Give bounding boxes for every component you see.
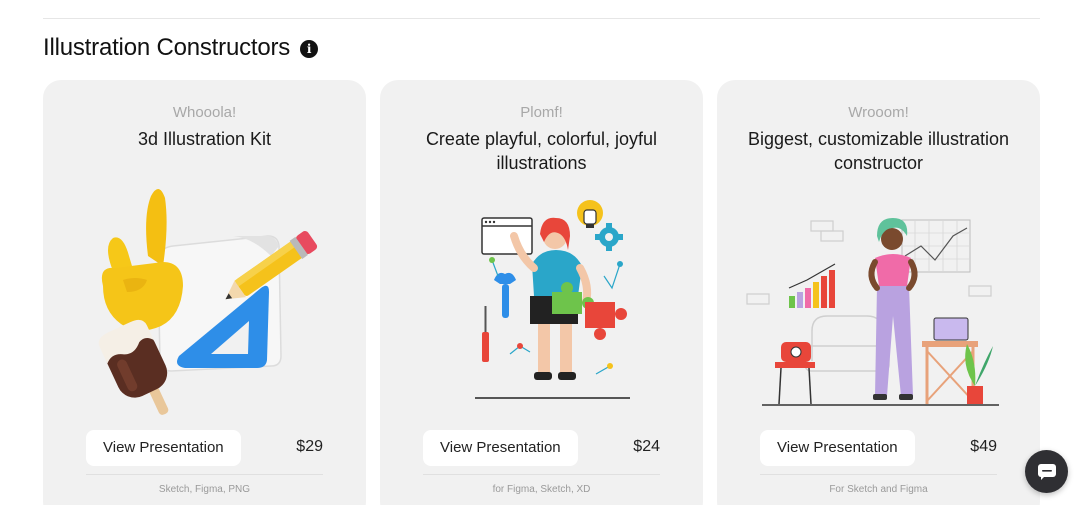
card-eyebrow: Plomf! <box>520 104 563 121</box>
browser-window-shape <box>481 217 533 255</box>
view-presentation-button[interactable]: View Presentation <box>423 430 578 466</box>
card-title: 3d Illustration Kit <box>137 129 272 149</box>
card-title: Biggest, customizable illustration const… <box>747 129 1010 173</box>
brick-wall-shape <box>746 220 992 305</box>
lightbulb-icon <box>577 200 603 228</box>
gear-icon <box>595 223 623 251</box>
card-eyebrow: Wrooom! <box>848 104 909 121</box>
wrench-icon <box>494 272 516 318</box>
top-divider <box>43 18 1040 19</box>
plant-shape <box>965 344 993 404</box>
price-label: $24 <box>633 438 660 455</box>
plomf-illustration-image <box>475 200 630 399</box>
format-list: For Sketch and Figma <box>829 484 928 495</box>
section-title: Illustration Constructors <box>43 34 291 61</box>
red-puzzle-piece-shape <box>585 302 627 340</box>
price-label: $29 <box>296 438 323 455</box>
card-divider <box>423 474 660 475</box>
price-label: $49 <box>970 438 997 455</box>
chat-button[interactable] <box>1025 450 1068 493</box>
phone-table-shape <box>775 342 815 405</box>
view-presentation-button[interactable]: View Presentation <box>86 430 241 466</box>
wrooom-illustration-image <box>746 218 999 406</box>
product-card-wrooom[interactable]: Wrooom! Biggest, customizable illustrati… <box>717 80 1040 505</box>
section-header: Illustration Constructors i <box>43 34 319 62</box>
screwdriver-icon <box>482 306 489 362</box>
card-divider <box>86 474 323 475</box>
card-eyebrow: Whooola! <box>172 104 237 121</box>
format-list: for Figma, Sketch, XD <box>492 484 591 495</box>
card-divider <box>760 474 997 475</box>
chat-icon <box>1037 463 1056 480</box>
product-card-plomf[interactable]: Plomf! Create playful, colorful, joyful … <box>380 80 703 505</box>
view-presentation-button[interactable]: View Presentation <box>760 430 915 466</box>
bar-chart-shape <box>788 263 836 308</box>
3d-illustration-image <box>98 188 318 415</box>
product-card-3d-kit[interactable]: Whooola! 3d Illustration Kit View Presen… <box>43 80 366 505</box>
woman-figure-shape <box>868 218 918 400</box>
card-title: Create playful, colorful, joyful illustr… <box>425 129 658 173</box>
info-icon[interactable]: i <box>300 40 319 58</box>
format-list: Sketch, Figma, PNG <box>158 484 251 495</box>
